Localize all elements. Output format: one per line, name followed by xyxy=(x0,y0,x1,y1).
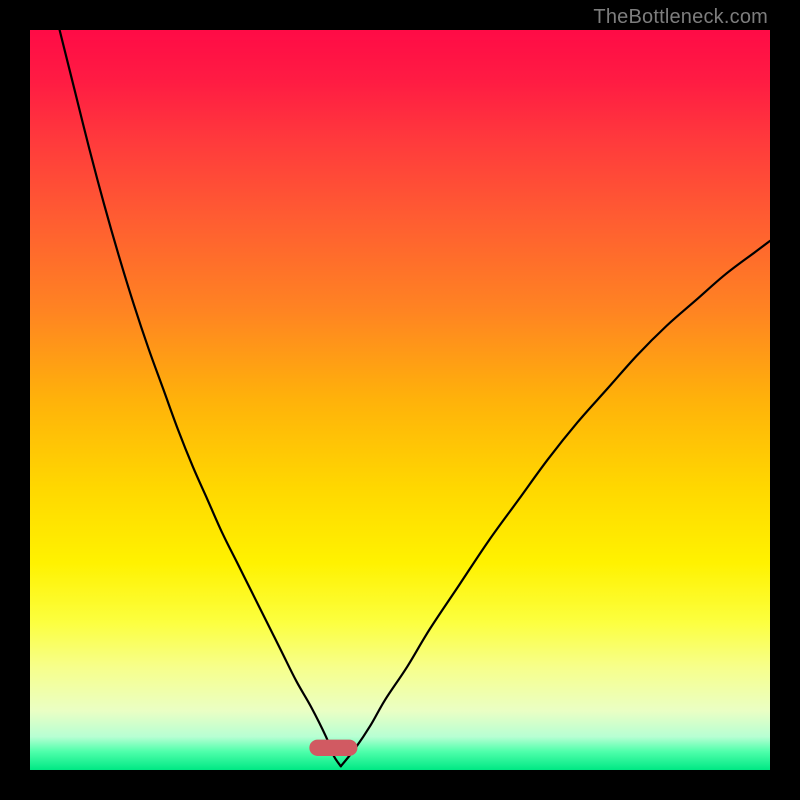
bottleneck-chart xyxy=(30,30,770,770)
chart-area xyxy=(30,30,770,770)
bottleneck-marker xyxy=(309,740,357,756)
watermark-text: TheBottleneck.com xyxy=(593,6,768,29)
gradient-background xyxy=(30,30,770,770)
